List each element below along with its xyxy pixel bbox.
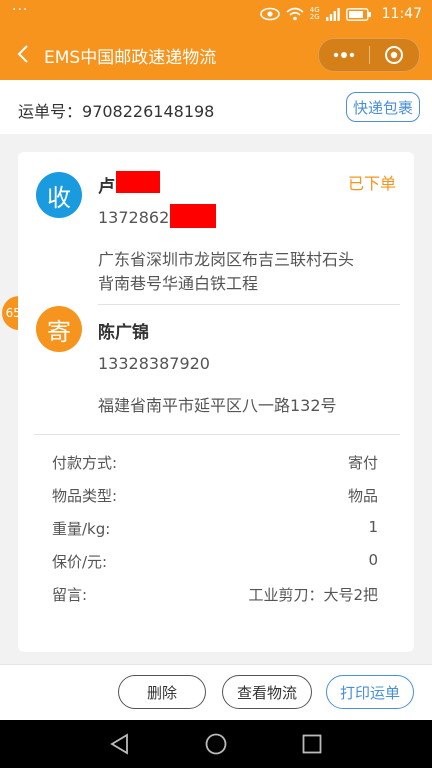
insured-value-label: 保价/元: — [52, 553, 108, 571]
clock: 11:47 — [381, 6, 422, 22]
battery-icon — [345, 7, 371, 21]
home-circle-icon[interactable] — [204, 732, 228, 756]
system-nav-bar — [0, 720, 432, 768]
recipient-avatar: 收 — [36, 172, 82, 218]
action-bar: 删除 查看物流 打印运单 — [0, 664, 432, 721]
order-card: 收 卢 已下单 1372862 广东省深圳市龙岗区布吉三联村石头 背南巷号华通白… — [18, 152, 414, 652]
eye-icon — [259, 7, 280, 21]
close-button[interactable] — [370, 39, 420, 71]
sender-name: 陈广锦 — [98, 323, 149, 343]
tracking-bar: 运单号：9708226148198 快递包裹 — [0, 80, 432, 134]
order-status: 已下单 — [347, 174, 396, 193]
mini-program-capsule — [318, 38, 420, 72]
insured-value-value: 0 — [368, 551, 378, 569]
print-waybill-button[interactable]: 打印运单 — [326, 675, 414, 709]
tracking-label: 运单号： — [18, 102, 83, 121]
address-divider — [98, 304, 400, 305]
payment-method-label: 付款方式: — [52, 454, 118, 472]
section-divider — [34, 434, 400, 435]
delete-button[interactable]: 删除 — [118, 675, 206, 709]
recipient-name: 卢 — [98, 177, 115, 197]
recents-square-icon[interactable] — [300, 732, 324, 756]
nav-bar: EMS中国邮政速递物流 — [0, 30, 432, 80]
page-title: EMS中国邮政速递物流 — [44, 48, 217, 68]
recipient-address-line2: 背南巷号华通白铁工程 — [98, 274, 259, 293]
sender-avatar: 寄 — [36, 306, 82, 352]
network-type: 4G 2G — [309, 6, 320, 21]
more-button[interactable] — [319, 39, 369, 71]
message-label: 留言: — [52, 586, 88, 604]
signal-icon — [325, 8, 340, 21]
back-triangle-icon[interactable] — [108, 732, 132, 756]
express-package-button[interactable]: 快递包裹 — [346, 92, 420, 122]
more-dots-icon — [333, 52, 354, 58]
recipient-phone: 1372862 — [98, 208, 170, 227]
sender-address: 福建省南平市延平区八一路132号 — [98, 396, 337, 415]
weight-value: 1 — [368, 518, 378, 536]
redaction-phone — [170, 204, 216, 228]
back-arrow-icon[interactable] — [12, 42, 36, 66]
status-icons: 4G 2G 11:47 — [259, 6, 422, 22]
wifi-icon — [286, 7, 304, 21]
notification-dots: ··· — [12, 2, 29, 18]
close-target-icon — [385, 46, 404, 64]
sender-phone: 13328387920 — [98, 354, 210, 373]
tracking-value: 9708226148198 — [82, 102, 215, 121]
tracking-number: 运单号：9708226148198 — [18, 98, 214, 122]
weight-label: 重量/kg: — [52, 520, 111, 538]
recipient-address-line1: 广东省深圳市龙岗区布吉三联村石头 — [98, 250, 355, 269]
item-type-value: 物品 — [347, 487, 378, 505]
recipient-address: 广东省深圳市龙岗区布吉三联村石头 背南巷号华通白铁工程 — [98, 248, 388, 296]
status-bar: ··· 4G 2G 11:47 — [0, 0, 432, 30]
redaction-name — [116, 171, 160, 193]
payment-method-value: 寄付 — [347, 454, 378, 472]
message-value: 工业剪刀：大号2把 — [248, 586, 378, 604]
item-type-label: 物品类型: — [52, 487, 118, 505]
view-logistics-button[interactable]: 查看物流 — [222, 675, 312, 709]
